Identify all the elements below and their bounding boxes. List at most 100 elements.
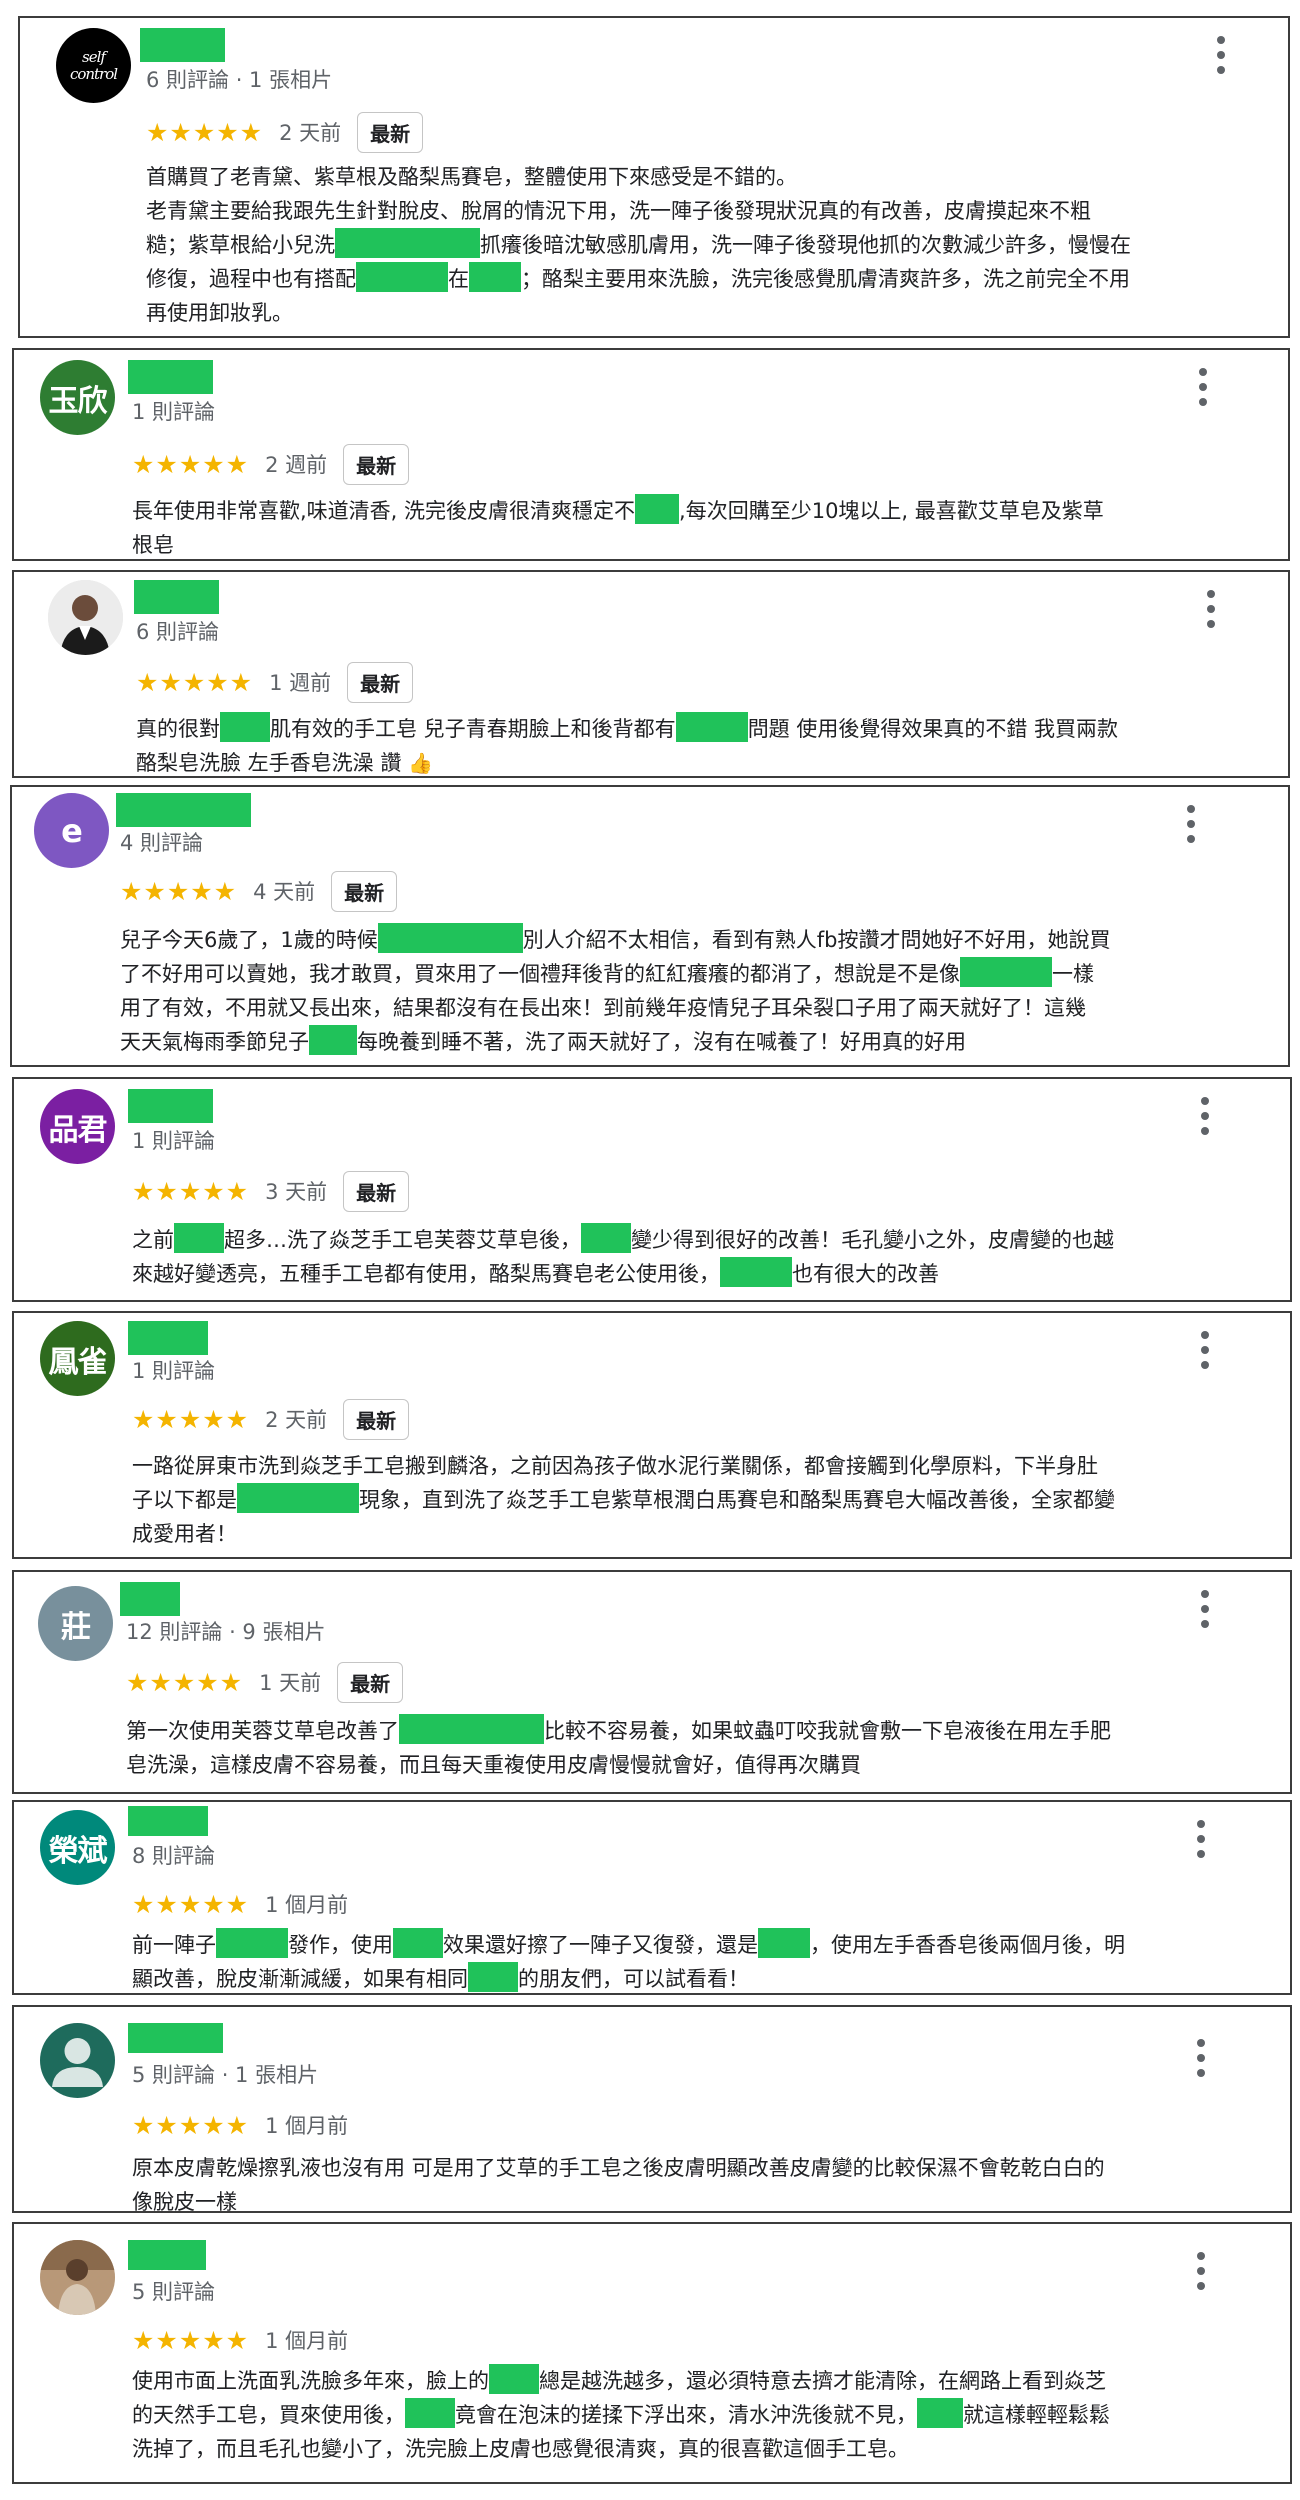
review-time: 2 天前 (265, 1408, 328, 1432)
redaction-block (405, 2398, 455, 2428)
review-text: 使用市面上洗面乳洗臉多年來，臉上的 總是越洗越多，還必須特意去擠才能清除，在網路上… (132, 2364, 1272, 2466)
star-rating: ★★★★★ (132, 1404, 250, 1434)
review-line: 原本皮膚乾燥擦乳液也沒有用 可是用了艾草的手工皂之後皮膚明顯改善皮膚變的比較保濕… (132, 2156, 1105, 2180)
review-line: 洗掉了，而且毛孔也變小了，洗完臉上皮膚也感覺很清爽，真的很喜歡這個手工皂。 (132, 2437, 909, 2461)
avatar[interactable]: 玉欣 (40, 360, 115, 435)
review-text: 首購買了老青黛、紫草根及酪梨馬賽皂，整體使用下來感受是不錯的。 老青黛主要給我跟… (146, 160, 1286, 330)
redaction-block (758, 1928, 810, 1958)
review-time: 1 個月前 (265, 2329, 349, 2353)
review-line: 糙；紫草根給小兒洗 (146, 233, 335, 257)
review-line: 修復，過程中也有搭配 (146, 267, 356, 291)
review-line: 的天然手工皂，買來使用後， (132, 2403, 405, 2427)
rating-row: ★★★★★ 2 天前 最新 (146, 111, 424, 153)
reviewer-name-redacted[interactable] (134, 580, 219, 614)
review-line: 使用市面上洗面乳洗臉多年來，臉上的 (132, 2369, 489, 2393)
redaction-block (917, 2398, 963, 2428)
star-rating: ★★★★★ (146, 117, 264, 147)
review-line: 的朋友們，可以試看看！ (518, 1967, 749, 1991)
more-options-icon[interactable] (1196, 2039, 1206, 2077)
avatar[interactable]: 品君 (40, 1089, 115, 1164)
review-line: 酪梨皂洗臉 左手香皂洗澡 讚 (136, 751, 402, 775)
redaction-block (377, 923, 523, 953)
review-card: 5 則評論 · 1 張相片 ★★★★★ 1 個月前 原本皮膚乾燥擦乳液也沒有用 … (12, 2005, 1292, 2214)
rating-row: ★★★★★ 3 天前 最新 (132, 1170, 410, 1212)
review-line: 總是越洗越多，還必須特意去擠才能清除，在網路上看到焱芝 (539, 2369, 1106, 2393)
reviewer-name-redacted[interactable] (128, 1806, 208, 1836)
review-line: 顯改善，脫皮漸漸減緩，如果有相同 (132, 1967, 468, 1991)
more-options-icon[interactable] (1196, 2252, 1206, 2290)
star-rating: ★★★★★ (126, 1667, 244, 1697)
review-line: 別人介紹不太相信，看到有熟人fb按讚才問她好不好用，她說買 (522, 928, 1111, 952)
avatar[interactable]: 莊 (38, 1586, 113, 1661)
review-line: 每晚養到睡不著，洗了兩天就好了，沒有在喊養了！好用真的好用 (357, 1030, 966, 1054)
review-line: 老青黛主要給我跟先生針對脫皮、脫屑的情況下用，洗一陣子後發現狀況真的有改善，皮膚… (146, 199, 1091, 223)
more-options-icon[interactable] (1200, 1331, 1210, 1369)
review-card: 榮斌 8 則評論 ★★★★★ 1 個月前 前一陣子 發作，使用 效果還好擦了一陣子又… (12, 1800, 1292, 1995)
avatar[interactable] (48, 580, 123, 655)
avatar[interactable] (40, 2023, 115, 2098)
redaction-block (720, 1257, 792, 1287)
review-line: 抓癢後暗沈敏感肌膚用，洗一陣子後發現他抓的次數減少許多，慢慢在 (480, 233, 1131, 257)
review-text: 之前 超多…洗了焱芝手工皂芙蓉艾草皂後， 變少得到很好的改善！毛孔變小之外，皮膚變的… (132, 1223, 1272, 1291)
star-rating: ★★★★★ (132, 449, 250, 479)
avatar[interactable] (40, 2240, 115, 2315)
more-options-icon[interactable] (1196, 1820, 1206, 1858)
review-line: 肌有效的手工皂 兒子青春期臉上和後背都有 (270, 717, 676, 741)
thumbs-up-icon: 👍 (408, 751, 433, 775)
review-line: 再使用卸妝乳。 (146, 301, 293, 325)
rating-row: ★★★★★ 4 天前 最新 (120, 870, 398, 912)
reviewer-name-redacted[interactable] (116, 793, 251, 827)
reviewer-name-redacted[interactable] (128, 360, 213, 394)
redaction-block (220, 712, 270, 742)
review-line: 超多…洗了焱芝手工皂芙蓉艾草皂後， (224, 1228, 581, 1252)
avatar[interactable]: 鳳雀 (40, 1321, 115, 1396)
more-options-icon[interactable] (1206, 590, 1216, 628)
redaction-block (468, 1962, 518, 1992)
avatar[interactable]: e (34, 793, 109, 868)
reviewer-name-redacted[interactable] (128, 1321, 208, 1355)
newest-badge: 最新 (343, 443, 410, 485)
redaction-block (675, 712, 748, 742)
review-line: 根皂 (132, 533, 174, 557)
redaction-block (960, 957, 1052, 987)
review-line: ；酪梨主要用來洗臉，洗完後感覺肌膚清爽許多，洗之前完全不用 (521, 267, 1130, 291)
redaction-block (309, 1025, 357, 1055)
review-line: ,每次回購至少10塊以上, 最喜歡艾草皂及紫草 (679, 499, 1104, 523)
reviewer-name-redacted[interactable] (140, 28, 225, 62)
more-options-icon[interactable] (1198, 368, 1208, 406)
review-meta: 12 則評論 · 9 張相片 (126, 1620, 326, 1644)
review-text: 第一次使用芙蓉艾草皂改善了 比較不容易養，如果蚊蟲叮咬我就會敷一下皂液後在用左手肥… (126, 1714, 1266, 1782)
rating-row: ★★★★★ 1 天前 最新 (126, 1661, 404, 1703)
review-time: 1 週前 (269, 671, 332, 695)
more-options-icon[interactable] (1200, 1590, 1210, 1628)
newest-badge: 最新 (357, 111, 424, 153)
rating-row: ★★★★★ 2 天前 最新 (132, 1398, 410, 1440)
review-time: 3 天前 (265, 1180, 328, 1204)
review-text: 一路從屏東市洗到焱芝手工皂搬到麟洛，之前因為孩子做水泥行業關係，都會接觸到化學原… (132, 1449, 1272, 1551)
newest-badge: 最新 (343, 1398, 410, 1440)
review-line: ，使用左手香香皂後兩個月後，明 (810, 1933, 1125, 1957)
review-card: self control 6 則評論 · 1 張相片 ★★★★★ 2 天前 最新… (18, 16, 1290, 338)
more-options-icon[interactable] (1216, 36, 1226, 74)
reviewer-name-redacted[interactable] (128, 2240, 206, 2270)
review-line: 一樣 (1052, 962, 1094, 986)
review-meta: 5 則評論 (132, 2280, 216, 2304)
more-options-icon[interactable] (1186, 805, 1196, 843)
review-card: e 4 則評論 ★★★★★ 4 天前 最新 兒子今天6歲了，1歲的時候 別人介紹不… (10, 785, 1290, 1067)
more-options-icon[interactable] (1200, 1097, 1210, 1135)
avatar[interactable]: self control (56, 28, 131, 103)
review-line: 也有很大的改善 (792, 1262, 939, 1286)
review-line: 成愛用者！ (132, 1522, 237, 1546)
rating-row: ★★★★★ 1 週前 最新 (136, 661, 414, 703)
review-line: 真的很對 (136, 717, 220, 741)
reviewer-name-redacted[interactable] (128, 2023, 223, 2053)
reviewer-name-redacted[interactable] (128, 1089, 213, 1123)
review-meta: 1 則評論 (132, 400, 216, 424)
reviewer-name-redacted[interactable] (120, 1582, 180, 1616)
review-card: 莊 12 則評論 · 9 張相片 ★★★★★ 1 天前 最新 第一次使用芙蓉艾草… (12, 1570, 1292, 1794)
avatar[interactable]: 榮斌 (40, 1810, 115, 1885)
review-card: 玉欣 1 則評論 ★★★★★ 2 週前 最新 長年使用非常喜歡,味道清香, 洗完… (12, 348, 1290, 561)
star-rating: ★★★★★ (120, 876, 238, 906)
review-text: 長年使用非常喜歡,味道清香, 洗完後皮膚很清爽穩定不 ,每次回購至少10塊以上, … (132, 494, 1272, 562)
review-meta: 1 則評論 (132, 1129, 216, 1153)
